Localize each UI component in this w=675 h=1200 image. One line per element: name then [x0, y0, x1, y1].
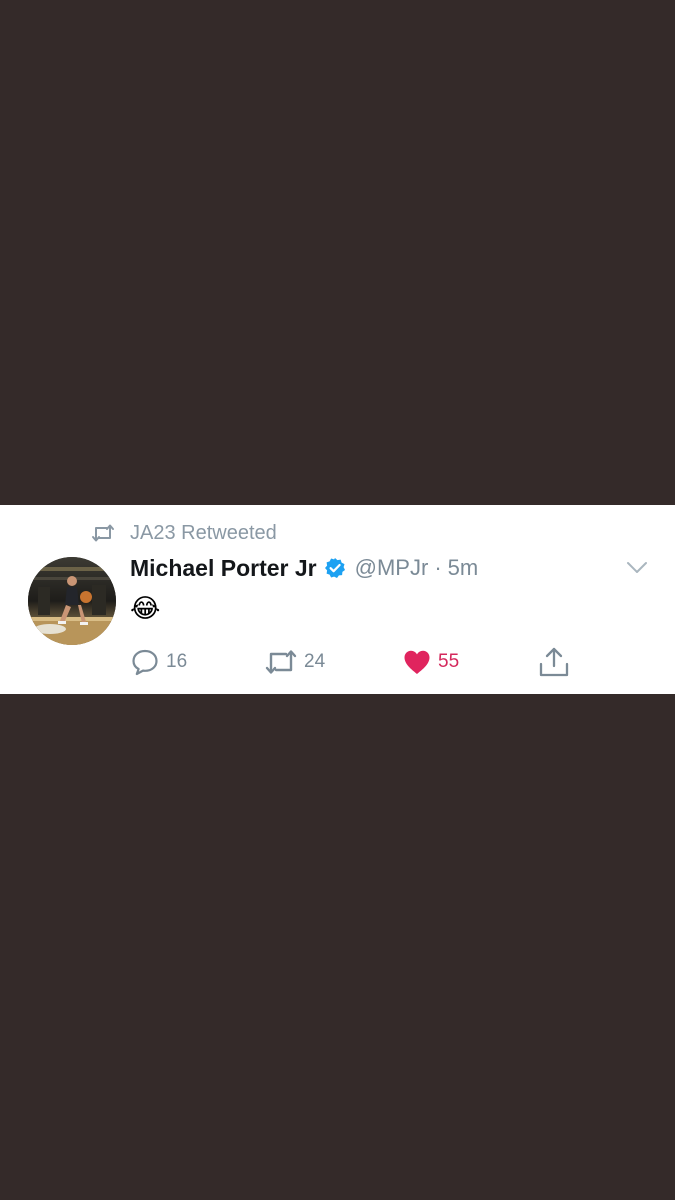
verified-badge-icon	[324, 558, 345, 578]
display-name[interactable]: Michael Porter Jr	[130, 555, 317, 582]
like-button[interactable]: 55	[402, 646, 459, 678]
reply-button[interactable]: 16	[130, 646, 187, 678]
reply-count: 16	[166, 651, 188, 672]
retweet-banner: JA23 Retweeted	[91, 520, 277, 546]
handle[interactable]: @MPJr	[355, 555, 429, 581]
heart-icon	[404, 650, 430, 674]
tweet-header: Michael Porter Jr @MPJr · 5m	[130, 553, 478, 583]
like-count: 55	[438, 651, 460, 672]
timestamp[interactable]: 5m	[448, 555, 479, 581]
tweet-card[interactable]: JA23 Retweeted Michael Porter Jr @MPJr ·…	[0, 505, 675, 694]
reply-icon	[132, 649, 158, 676]
tweet-actions: 16 24 55	[130, 646, 590, 678]
avatar-image	[28, 557, 116, 645]
tweet-text: 😂	[130, 593, 161, 623]
separator-dot: ·	[434, 555, 442, 580]
chevron-down-icon[interactable]	[626, 561, 648, 575]
avatar[interactable]	[28, 557, 116, 645]
retweet-icon	[92, 524, 114, 542]
share-icon	[539, 647, 569, 677]
retweet-count: 24	[304, 651, 326, 672]
retweet-icon	[265, 650, 297, 674]
retweet-button[interactable]: 24	[264, 646, 325, 678]
share-button[interactable]	[538, 646, 570, 678]
retweet-banner-text[interactable]: JA23 Retweeted	[130, 522, 277, 545]
